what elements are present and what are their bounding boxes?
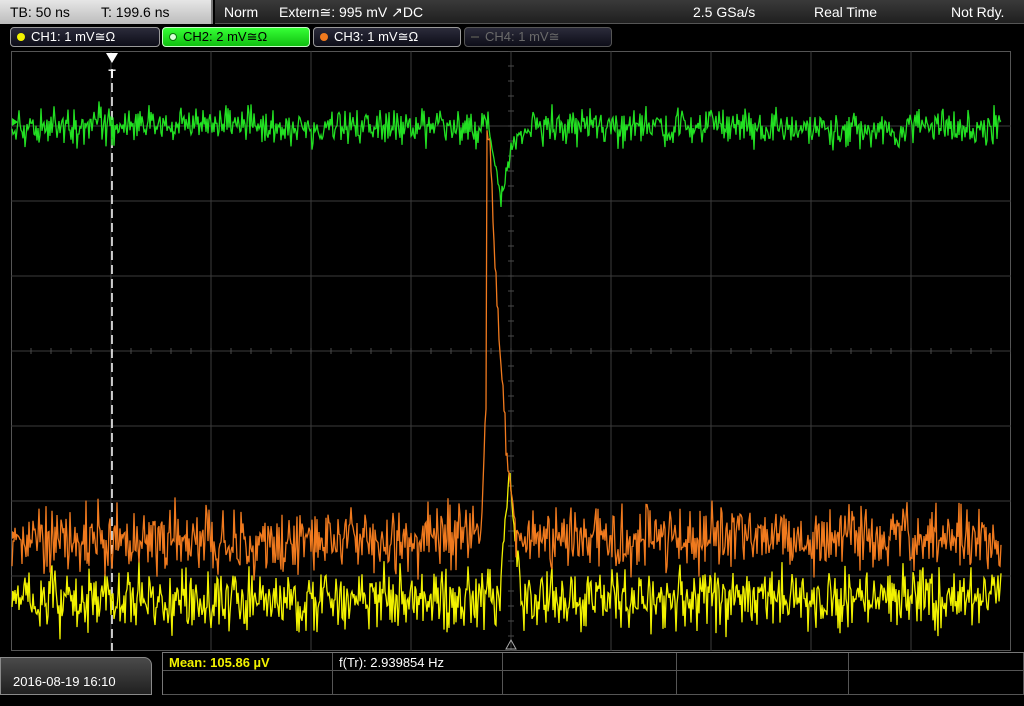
ch2-label: CH2: 2 mV≅Ω — [183, 29, 268, 44]
mean-value: Mean: 105.86 µV — [169, 655, 270, 670]
measurement-freq-cell[interactable]: f(Tr): 2.939854 Hz — [333, 653, 503, 671]
measurement-empty-cell-5[interactable] — [333, 671, 503, 695]
ch3-label: CH3: 1 mV≅Ω — [334, 29, 419, 44]
datetime-tab[interactable]: 2016-08-19 16:10 — [0, 657, 152, 695]
status-bar: TB: 50 ns T: 199.6 ns Norm Extern≅: 995 … — [0, 0, 1024, 25]
measurement-empty-cell-4[interactable] — [163, 671, 333, 695]
ch2-indicator-icon — [169, 33, 177, 41]
frequency-value: f(Tr): 2.939854 Hz — [339, 655, 445, 670]
measurement-mean-cell[interactable]: Mean: 105.86 µV — [163, 653, 333, 671]
ch3-indicator-icon — [320, 33, 328, 41]
datetime-label: 2016-08-19 16:10 — [13, 674, 116, 689]
trigger-mode[interactable]: Norm — [224, 0, 258, 24]
acquisition-strip: Norm Extern≅: 995 mV ↗DC 2.5 GSa/s Real … — [215, 0, 1024, 24]
run-state: Not Rdy. — [951, 4, 1005, 20]
measurement-empty-cell-1[interactable] — [503, 653, 677, 671]
acquisition-mode[interactable]: Real Time — [814, 0, 877, 24]
trigger-source[interactable]: Extern≅: 995 mV ↗DC — [279, 0, 423, 24]
channel-ch2-button[interactable]: CH2: 2 mV≅Ω — [162, 27, 310, 47]
channel-ch4-button[interactable]: CH4: 1 mV≅ — [464, 27, 612, 47]
measurement-empty-cell-7[interactable] — [677, 671, 849, 695]
timebase-label: TB: 50 ns — [10, 4, 70, 20]
sample-rate[interactable]: 2.5 GSa/s — [693, 0, 755, 24]
ch4-indicator-icon — [471, 36, 479, 38]
measurement-empty-cell-2[interactable] — [677, 653, 849, 671]
waveform-svg: T — [11, 51, 1011, 651]
measurement-empty-cell-3[interactable] — [849, 653, 1024, 671]
ch1-indicator-icon — [17, 33, 25, 41]
measurement-empty-cell-8[interactable] — [849, 671, 1024, 695]
trigger-time-label: T: 199.6 ns — [101, 4, 170, 20]
ch4-label: CH4: 1 mV≅ — [485, 29, 560, 44]
measurement-panel: Mean: 105.86 µV f(Tr): 2.939854 Hz — [162, 652, 1024, 695]
channel-bar: CH1: 1 mV≅Ω CH2: 2 mV≅Ω CH3: 1 mV≅Ω CH4:… — [0, 25, 1024, 49]
ch2-trace — [11, 101, 1002, 208]
ch1-trace — [11, 472, 1002, 640]
channel-ch3-button[interactable]: CH3: 1 mV≅Ω — [313, 27, 461, 47]
channel-ch1-button[interactable]: CH1: 1 mV≅Ω — [10, 27, 160, 47]
grid — [11, 51, 1011, 651]
ch1-label: CH1: 1 mV≅Ω — [31, 29, 116, 44]
measurement-empty-cell-6[interactable] — [503, 671, 677, 695]
trigger-marker-label: T — [108, 67, 116, 81]
trigger-arrow-icon[interactable] — [106, 53, 118, 63]
waveform-display[interactable]: T — [11, 51, 1011, 651]
timebase-box[interactable]: TB: 50 ns T: 199.6 ns — [0, 0, 213, 24]
